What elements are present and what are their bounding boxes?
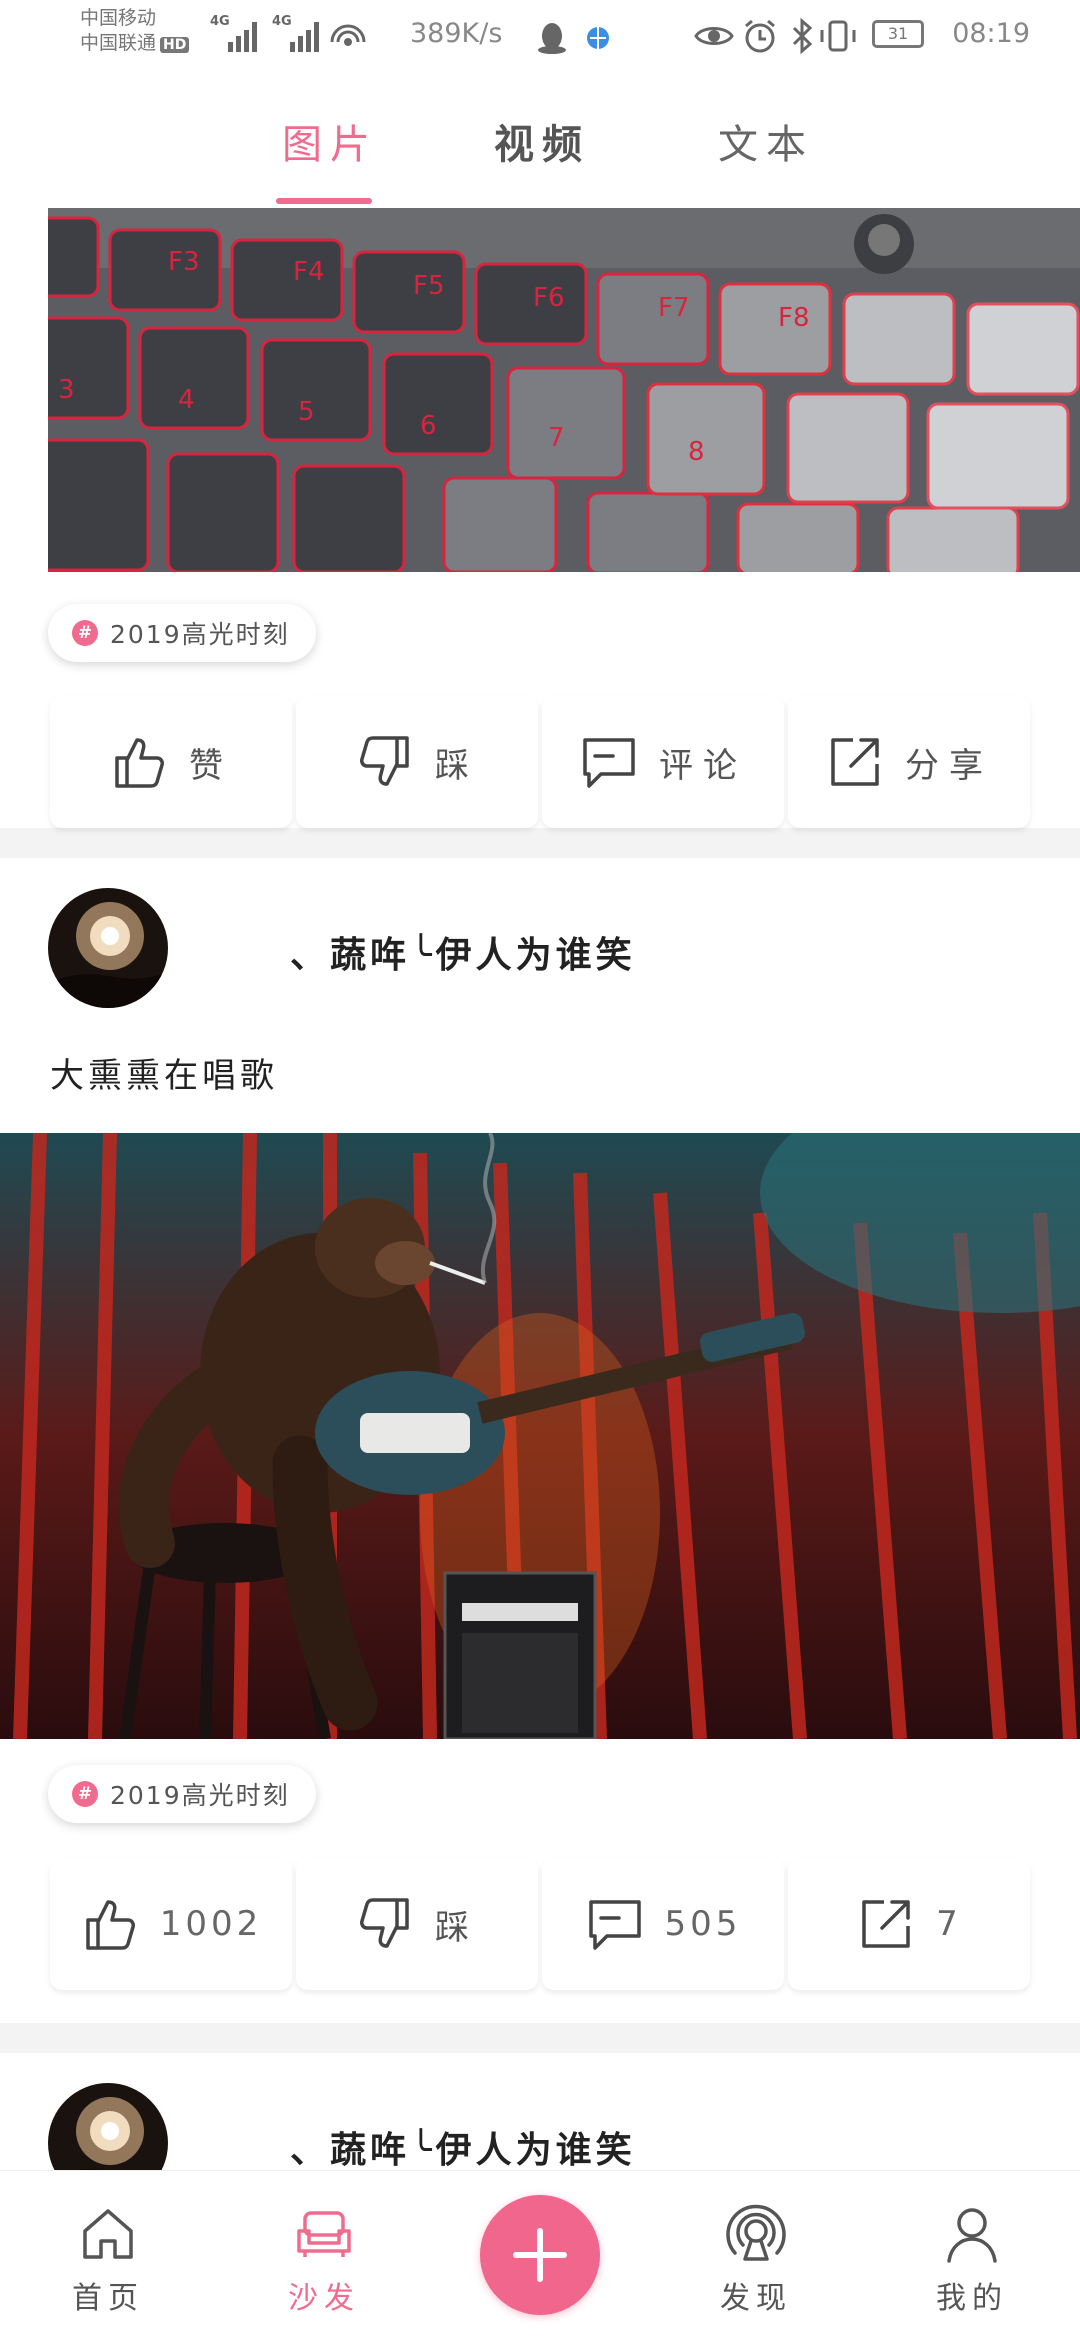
comment-icon bbox=[588, 1900, 641, 1950]
dislike-label: 踩 bbox=[435, 1907, 479, 1948]
content-tabs: 图片 视频 文本 bbox=[0, 80, 1080, 208]
post-image[interactable]: F3 F4 F5 F6 F7 F8 3 4 5 6 7 8 bbox=[48, 208, 1080, 572]
topic-label: 2019高光时刻 bbox=[110, 1781, 290, 1810]
like-button[interactable]: 1002 bbox=[50, 1858, 292, 1990]
topic-tag[interactable]: # 2019高光时刻 bbox=[48, 1765, 316, 1823]
broadcast-icon bbox=[726, 2204, 786, 2261]
post-image[interactable] bbox=[0, 1133, 1080, 1739]
battery-level: 31 bbox=[887, 24, 909, 43]
vibrate-icon bbox=[820, 20, 856, 52]
svg-text:5: 5 bbox=[298, 397, 315, 427]
username[interactable]: 、蔬哖╰伊人为谁笑 bbox=[290, 2121, 636, 2173]
post-text: 大熏熏在唱歌 bbox=[50, 1056, 278, 1096]
thumbs-down-icon bbox=[360, 1898, 409, 1948]
user-icon bbox=[947, 2208, 997, 2263]
dislike-button[interactable]: 踩 bbox=[296, 1858, 538, 1990]
dislike-label: 踩 bbox=[435, 745, 479, 786]
carrier-2: 中国联通 bbox=[80, 32, 157, 54]
alarm-icon bbox=[745, 19, 775, 53]
thumbs-up-icon bbox=[85, 1900, 135, 1950]
svg-text:F7: F7 bbox=[658, 293, 690, 323]
like-button[interactable]: 赞 bbox=[50, 696, 292, 828]
nav-home-label: 首页 bbox=[72, 2281, 144, 2316]
clock: 08:19 bbox=[952, 18, 1030, 49]
carrier-info: 中国移动 中国联通 HD bbox=[80, 6, 190, 56]
svg-text:8: 8 bbox=[688, 437, 705, 467]
hotspot-icon bbox=[330, 24, 366, 46]
comment-icon bbox=[583, 738, 635, 788]
tab-indicator bbox=[276, 198, 372, 204]
hd-badge: HD bbox=[160, 37, 190, 53]
like-count: 1002 bbox=[159, 1904, 263, 1944]
feed-post: F3 F4 F5 F6 F7 F8 3 4 5 6 7 8 # 2019高光时刻 赞 bbox=[0, 208, 1080, 828]
svg-text:4: 4 bbox=[178, 385, 195, 415]
status-bar: 中国移动 中国联通 HD 4G 4G 389K/s 31 08:19 bbox=[0, 0, 1080, 80]
nav-me-label: 我的 bbox=[936, 2281, 1008, 2316]
bluetooth-icon bbox=[792, 17, 813, 55]
topic-label: 2019高光时刻 bbox=[110, 620, 290, 649]
battery-icon: 31 bbox=[872, 20, 924, 48]
svg-text:3: 3 bbox=[58, 375, 75, 405]
plus-icon bbox=[513, 2228, 567, 2282]
nav-home[interactable]: 首页 bbox=[48, 2203, 168, 2317]
thumbs-up-icon bbox=[115, 738, 164, 788]
carrier-1: 中国移动 bbox=[80, 7, 157, 29]
tab-videos[interactable]: 视频 bbox=[494, 112, 590, 170]
hashtag-icon: # bbox=[72, 620, 98, 646]
svg-text:F3: F3 bbox=[168, 247, 200, 277]
feed-post: 、蔬哖╰伊人为谁笑 大熏熏在唱歌 # 2019高光时刻 1002 踩 505 7 bbox=[0, 858, 1080, 2023]
avatar[interactable] bbox=[48, 888, 168, 1008]
home-icon bbox=[83, 2209, 133, 2259]
share-label: 分享 bbox=[905, 745, 993, 786]
action-bar: 赞 踩 评论 分享 bbox=[48, 696, 1032, 828]
nav-discover[interactable]: 发现 bbox=[696, 2203, 816, 2317]
sofa-icon bbox=[297, 2211, 351, 2257]
hashtag-icon: # bbox=[72, 1781, 98, 1807]
tab-text[interactable]: 文本 bbox=[718, 112, 814, 170]
username[interactable]: 、蔬哖╰伊人为谁笑 bbox=[290, 926, 636, 978]
bottom-nav: 首页 沙发 发现 我的 bbox=[0, 2170, 1080, 2340]
svg-text:F8: F8 bbox=[778, 303, 810, 333]
comment-button[interactable]: 评论 bbox=[542, 696, 784, 828]
publish-button[interactable] bbox=[480, 2195, 600, 2315]
svg-text:6: 6 bbox=[420, 411, 437, 441]
svg-text:F4: F4 bbox=[293, 257, 325, 287]
svg-text:7: 7 bbox=[548, 423, 565, 453]
signal-1-icon: 4G bbox=[210, 14, 262, 52]
eye-icon bbox=[694, 27, 734, 45]
svg-text:F5: F5 bbox=[413, 271, 445, 301]
share-icon bbox=[862, 1900, 910, 1948]
comment-label: 评论 bbox=[659, 745, 747, 786]
tab-pictures[interactable]: 图片 bbox=[282, 112, 378, 170]
topic-tag[interactable]: # 2019高光时刻 bbox=[48, 604, 316, 662]
nav-me[interactable]: 我的 bbox=[912, 2203, 1032, 2317]
action-bar: 1002 踩 505 7 bbox=[48, 1858, 1032, 1990]
share-button[interactable]: 7 bbox=[788, 1858, 1030, 1990]
nav-discover-label: 发现 bbox=[720, 2281, 792, 2316]
share-button[interactable]: 分享 bbox=[788, 696, 1030, 828]
post-header: 、蔬哖╰伊人为谁笑 bbox=[48, 888, 1048, 1008]
svg-text:F6: F6 bbox=[533, 283, 565, 313]
nav-sofa[interactable]: 沙发 bbox=[264, 2203, 384, 2317]
thumbs-down-icon bbox=[360, 736, 409, 786]
dislike-button[interactable]: 踩 bbox=[296, 696, 538, 828]
browser-icon bbox=[587, 27, 609, 49]
qq-icon bbox=[538, 23, 566, 54]
share-count: 7 bbox=[936, 1904, 962, 1944]
comment-button[interactable]: 505 bbox=[542, 1858, 784, 1990]
share-icon bbox=[831, 738, 879, 786]
signal-2-icon: 4G bbox=[272, 14, 324, 52]
net-speed: 389K/s bbox=[410, 18, 503, 49]
nav-sofa-label: 沙发 bbox=[288, 2281, 360, 2316]
comment-count: 505 bbox=[664, 1904, 742, 1944]
like-label: 赞 bbox=[189, 745, 233, 786]
